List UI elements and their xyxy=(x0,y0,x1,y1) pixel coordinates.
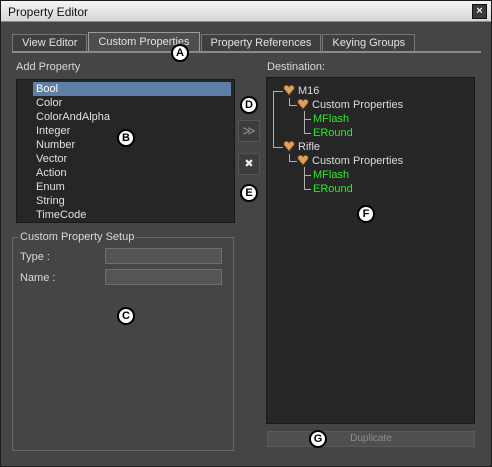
list-item-action[interactable]: Action xyxy=(33,166,231,180)
name-field[interactable] xyxy=(105,269,222,285)
tree-connector xyxy=(304,133,311,134)
add-property-label: Add Property xyxy=(16,61,81,73)
callout-marker-f: F xyxy=(357,205,375,223)
tree-connector xyxy=(273,147,283,148)
tab-view-editor[interactable]: View Editor xyxy=(12,34,88,52)
tab-bar: View Editor Custom Properties Property R… xyxy=(12,32,416,52)
tree-connector xyxy=(273,91,283,92)
list-item-color[interactable]: Color xyxy=(33,96,231,110)
add-to-destination-button[interactable]: ≫ xyxy=(238,120,260,142)
callout-marker-e: E xyxy=(240,184,258,202)
property-editor-window: Property Editor × View Editor Custom Pro… xyxy=(0,0,492,467)
callout-marker-b: B xyxy=(117,129,135,147)
window-title: Property Editor xyxy=(8,5,89,19)
close-icon[interactable]: × xyxy=(472,4,487,19)
object-heart-icon xyxy=(283,140,295,152)
tree-node-custom-properties[interactable]: Custom Properties xyxy=(312,154,403,168)
tree-property-eround[interactable]: ERound xyxy=(313,126,353,140)
tree-property-mflash[interactable]: MFlash xyxy=(313,112,349,126)
remove-property-button[interactable]: ✖ xyxy=(238,153,260,175)
tree-node-m16[interactable]: M16 xyxy=(298,84,319,98)
callout-marker-a: A xyxy=(171,44,189,62)
tree-connector xyxy=(273,91,274,148)
callout-marker-d: D xyxy=(240,96,258,114)
tree-connector xyxy=(289,161,297,162)
tab-underline xyxy=(12,51,481,53)
callout-marker-g: G xyxy=(309,430,327,448)
duplicate-button[interactable]: Duplicate xyxy=(267,431,475,447)
destination-tree[interactable]: M16 Custom Properties MFlash ERound Rifl… xyxy=(266,77,475,424)
destination-label: Destination: xyxy=(267,61,326,73)
tree-node-rifle[interactable]: Rifle xyxy=(298,140,320,154)
tree-property-mflash[interactable]: MFlash xyxy=(313,168,349,182)
callout-marker-c: C xyxy=(117,307,135,325)
list-item-color-and-alpha[interactable]: ColorAndAlpha xyxy=(33,110,231,124)
tree-connector xyxy=(304,189,311,190)
type-label: Type : xyxy=(20,251,50,263)
name-label: Name : xyxy=(20,272,56,284)
custom-property-setup-title: Custom Property Setup xyxy=(18,231,137,243)
custom-properties-icon xyxy=(297,154,309,166)
object-heart-icon xyxy=(283,84,295,96)
tab-property-references[interactable]: Property References xyxy=(200,34,322,52)
list-item-enum[interactable]: Enum xyxy=(33,180,231,194)
tree-connector xyxy=(289,105,297,106)
list-item-string[interactable]: String xyxy=(33,194,231,208)
tree-connector xyxy=(304,119,311,120)
type-field[interactable] xyxy=(105,248,222,264)
title-bar[interactable]: Property Editor × xyxy=(1,1,491,22)
tree-property-eround[interactable]: ERound xyxy=(313,182,353,196)
list-item-timecode[interactable]: TimeCode xyxy=(33,208,231,222)
tree-connector xyxy=(304,175,311,176)
list-item-bool[interactable]: Bool xyxy=(33,82,231,96)
tree-connector xyxy=(304,167,305,189)
custom-properties-icon xyxy=(297,98,309,110)
tab-keying-groups[interactable]: Keying Groups xyxy=(322,34,416,52)
list-item-vector[interactable]: Vector xyxy=(33,152,231,166)
tree-node-custom-properties[interactable]: Custom Properties xyxy=(312,98,403,112)
tree-connector xyxy=(304,111,305,133)
add-property-list[interactable]: Bool Color ColorAndAlpha Integer Number … xyxy=(16,79,235,223)
